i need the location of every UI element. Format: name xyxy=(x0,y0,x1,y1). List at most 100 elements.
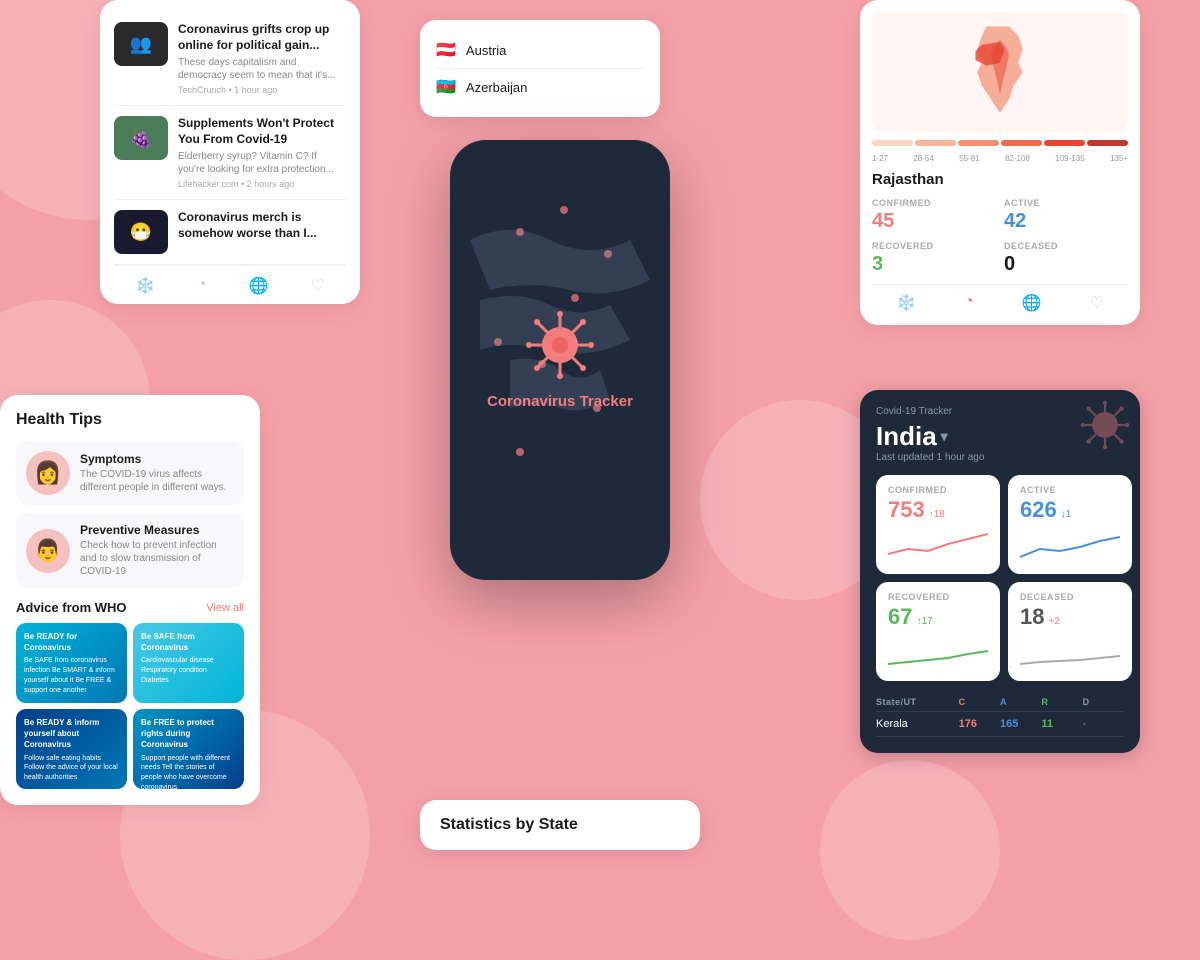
tracker-recovered-cell: RECOVERED 67 ↑17 xyxy=(876,582,1000,681)
tracker-stats-grid: CONFIRMED 753 ↑18 ACTIVE 626 ↓1 xyxy=(876,475,1124,681)
who-card-3-head: Be READY & inform yourself about Coronav… xyxy=(24,717,119,751)
map-nav-global-icon[interactable]: 🌐 xyxy=(1022,293,1042,313)
tracker-recovered-label: RECOVERED xyxy=(888,592,988,602)
who-title: Advice from WHO xyxy=(16,600,127,615)
legend-labels: 1-27 28-54 55-81 82-108 109-135 135+ xyxy=(872,154,1128,163)
news-thumb-1: 👥 xyxy=(114,22,168,66)
active-chart xyxy=(1020,529,1120,559)
preventive-avatar: 👨 xyxy=(26,529,70,573)
news-card: 👥 Coronavirus grifts crop up online for … xyxy=(100,0,360,304)
country-azerbaijan[interactable]: 🇦🇿 Azerbaijan xyxy=(436,69,644,105)
kerala-recovered: 11 xyxy=(1041,718,1082,730)
legend-range-2: 28-54 xyxy=(913,154,933,163)
state-table: State/UT C A R D Kerala 176 165 11 - xyxy=(876,693,1124,737)
symptoms-title: Symptoms xyxy=(80,452,234,466)
nav-heart-icon[interactable]: ♡ xyxy=(311,276,325,296)
preventive-text: Preventive Measures Check how to prevent… xyxy=(80,523,234,578)
col-d-header: D xyxy=(1083,697,1124,707)
news-text-2: Supplements Won't Protect You From Covid… xyxy=(178,116,346,189)
who-card-3[interactable]: Be READY & inform yourself about Coronav… xyxy=(16,709,127,789)
phone-mockup: Coronavirus Tracker xyxy=(450,140,670,580)
confirmed-chart xyxy=(888,529,988,559)
austria-flag-icon: 🇦🇹 xyxy=(436,40,456,60)
tracker-active-cell: ACTIVE 626 ↓1 xyxy=(1008,475,1132,574)
who-card-4[interactable]: Be FREE to protect rights during Coronav… xyxy=(133,709,244,789)
news-source-1: TechCrunch • 1 hour ago xyxy=(178,85,346,95)
nav-virus-icon[interactable]: ❄️ xyxy=(135,276,155,296)
news-item-2[interactable]: 🍇 Supplements Won't Protect You From Cov… xyxy=(114,106,346,200)
news-text-1: Coronavirus grifts crop up online for po… xyxy=(178,22,346,95)
news-title-3: Coronavirus merch is somehow worse than … xyxy=(178,210,346,241)
tracker-deceased-val: 18 +2 xyxy=(1020,604,1120,630)
recovered-cell: RECOVERED 3 xyxy=(872,241,996,276)
tracker-confirmed-val: 753 ↑18 xyxy=(888,497,988,523)
tracker-active-val: 626 ↓1 xyxy=(1020,497,1120,523)
deceased-value: 0 xyxy=(1004,253,1128,276)
who-header: Advice from WHO View all xyxy=(16,600,244,615)
tracker-card: Covid-19 Tracker India ▾ Last updated 1 … xyxy=(860,390,1140,753)
news-desc-2: Elderberry syrup? Vitamin C? If you're l… xyxy=(178,150,346,176)
legend-range-3: 55-81 xyxy=(959,154,979,163)
recovered-label: RECOVERED xyxy=(872,241,996,251)
who-view-all-link[interactable]: View all xyxy=(206,602,244,614)
who-card-1-head: Be READY for Coronavirus xyxy=(24,631,119,653)
stats-state-title: Statistics by State xyxy=(440,816,680,834)
rajasthan-stats: CONFIRMED 45 ACTIVE 42 RECOVERED 3 DECEA… xyxy=(872,198,1128,276)
recovered-change: ↑17 xyxy=(916,616,932,627)
india-map-area xyxy=(872,12,1128,132)
deceased-cell: DECEASED 0 xyxy=(1004,241,1128,276)
legend-range-5: 109-135 xyxy=(1055,154,1084,163)
dropdown-chevron-icon[interactable]: ▾ xyxy=(941,428,948,445)
nav-global-icon[interactable]: 🌐 xyxy=(249,276,269,296)
who-card-1-body: Be SAFE from coronavirus infection Be SM… xyxy=(24,656,119,695)
legend-range-1: 1-27 xyxy=(872,154,888,163)
symptoms-desc: The COVID-19 virus affects different peo… xyxy=(80,468,234,494)
symptoms-text: Symptoms The COVID-19 virus affects diff… xyxy=(80,452,234,494)
recovered-value: 3 xyxy=(872,253,996,276)
country-austria[interactable]: 🇦🇹 Austria xyxy=(436,32,644,69)
map-nav-stats-icon[interactable]: ◔ xyxy=(964,293,974,313)
who-card-2-head: Be SAFE from Coronavirus xyxy=(141,631,236,653)
tracker-deceased-cell: DECEASED 18 +2 xyxy=(1008,582,1132,681)
deceased-chart xyxy=(1020,636,1120,666)
col-state-header: State/UT xyxy=(876,697,959,707)
news-item-3[interactable]: 😷 Coronavirus merch is somehow worse tha… xyxy=(114,200,346,265)
country-dropdown[interactable]: 🇦🇹 Austria 🇦🇿 Azerbaijan xyxy=(420,20,660,117)
health-tips-card: Health Tips 👩 Symptoms The COVID-19 viru… xyxy=(0,395,260,805)
news-source-2: Lifehacker.com • 2 hours ago xyxy=(178,179,346,189)
confirmed-value: 45 xyxy=(872,210,996,233)
symptoms-item[interactable]: 👩 Symptoms The COVID-19 virus affects di… xyxy=(16,441,244,505)
tracker-app-label: Coronavirus Tracker xyxy=(487,393,633,410)
tracker-recovered-val: 67 ↑17 xyxy=(888,604,988,630)
rajasthan-card: 1-27 28-54 55-81 82-108 109-135 135+ Raj… xyxy=(860,0,1140,325)
legend-range-6: 135+ xyxy=(1110,154,1128,163)
confirmed-change: ↑18 xyxy=(929,509,945,520)
tracker-active-label: ACTIVE xyxy=(1020,485,1120,495)
confirmed-cell: CONFIRMED 45 xyxy=(872,198,996,233)
india-map-svg xyxy=(955,22,1045,122)
preventive-item[interactable]: 👨 Preventive Measures Check how to preve… xyxy=(16,513,244,588)
active-change: ↓1 xyxy=(1061,509,1072,520)
news-nav: ❄️ ◔ 🌐 ♡ xyxy=(114,265,346,304)
who-card-4-body: Support people with different needs Tell… xyxy=(141,754,236,789)
stats-state-card: Statistics by State xyxy=(420,800,700,850)
who-card-2[interactable]: Be SAFE from Coronavirus Cardiovascular … xyxy=(133,623,244,703)
symptoms-avatar: 👩 xyxy=(26,451,70,495)
map-nav-virus-icon[interactable]: ❄️ xyxy=(896,293,916,313)
who-card-1[interactable]: Be READY for Coronavirus Be SAFE from co… xyxy=(16,623,127,703)
confirmed-label: CONFIRMED xyxy=(872,198,996,208)
tracker-deceased-label: DECEASED xyxy=(1020,592,1120,602)
news-text-3: Coronavirus merch is somehow worse than … xyxy=(178,210,346,244)
virus-deco-icon xyxy=(1080,400,1130,455)
news-thumb-2: 🍇 xyxy=(114,116,168,160)
kerala-row[interactable]: Kerala 176 165 11 - xyxy=(876,712,1124,737)
nav-stats-icon[interactable]: ◔ xyxy=(197,276,207,296)
map-nav-heart-icon[interactable]: ♡ xyxy=(1090,293,1104,313)
virus-center-icon: Coronavirus Tracker xyxy=(487,310,633,410)
kerala-deceased: - xyxy=(1083,718,1124,730)
active-value: 42 xyxy=(1004,210,1128,233)
news-thumb-3: 😷 xyxy=(114,210,168,254)
preventive-title: Preventive Measures xyxy=(80,523,234,537)
news-item-1[interactable]: 👥 Coronavirus grifts crop up online for … xyxy=(114,12,346,106)
legend-bar xyxy=(872,140,1128,146)
